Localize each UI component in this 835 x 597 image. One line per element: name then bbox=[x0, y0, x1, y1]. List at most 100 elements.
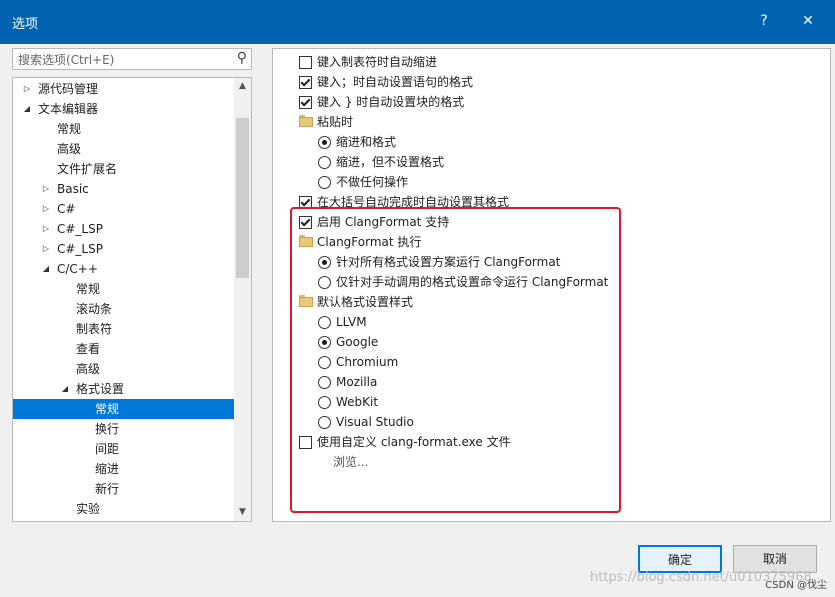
tree-item[interactable]: 新行 bbox=[13, 479, 235, 499]
option-label: Visual Studio bbox=[336, 415, 414, 429]
tree-item[interactable]: ◢ 文本编辑器 bbox=[13, 99, 235, 119]
option-label: Google bbox=[336, 335, 379, 349]
checkbox[interactable] bbox=[299, 96, 312, 109]
checkbox[interactable] bbox=[299, 56, 312, 69]
cancel-button[interactable]: 取消 bbox=[733, 545, 817, 573]
collapsed-arrow-icon[interactable]: ▷ bbox=[21, 79, 33, 99]
collapsed-arrow-icon[interactable]: ▷ bbox=[40, 239, 52, 259]
tree-item-label: 源代码管理 bbox=[38, 82, 99, 96]
scroll-up-icon[interactable]: ▲ bbox=[234, 78, 251, 95]
tree-item[interactable]: 查看 bbox=[13, 339, 235, 359]
tree-item[interactable]: 换行 bbox=[13, 419, 235, 439]
folder-icon bbox=[299, 115, 313, 127]
tree-item[interactable]: 高级 bbox=[13, 359, 235, 379]
tree-item-label: 常规 bbox=[95, 402, 120, 416]
collapsed-arrow-icon[interactable]: ▷ bbox=[40, 219, 52, 239]
scroll-thumb[interactable] bbox=[236, 118, 249, 278]
radio-option[interactable]: 针对所有格式设置方案运行 ClangFormat bbox=[273, 252, 813, 272]
radio-button[interactable] bbox=[318, 276, 331, 289]
tree-item-label: 缩进 bbox=[95, 462, 120, 476]
tree-item[interactable]: 实验 bbox=[13, 499, 235, 519]
checkbox-option[interactable]: 启用 ClangFormat 支持 bbox=[273, 212, 813, 232]
tree-item[interactable]: 间距 bbox=[13, 439, 235, 459]
radio-option[interactable]: Visual Studio bbox=[273, 412, 813, 432]
option-label: 粘贴时 bbox=[317, 115, 354, 129]
radio-button[interactable] bbox=[318, 256, 331, 269]
option-label: 键入制表符时自动缩进 bbox=[317, 55, 438, 69]
search-input[interactable] bbox=[16, 50, 230, 70]
checkbox[interactable] bbox=[299, 196, 312, 209]
option-label: Chromium bbox=[336, 355, 399, 369]
ok-button[interactable]: 确定 bbox=[638, 545, 722, 573]
radio-option[interactable]: 仅针对手动调用的格式设置命令运行 ClangFormat bbox=[273, 272, 813, 292]
radio-option[interactable]: 不做任何操作 bbox=[273, 172, 813, 192]
option-group-header: 粘贴时 bbox=[273, 112, 813, 132]
tree-item-label: 文件扩展名 bbox=[57, 162, 118, 176]
checkbox[interactable] bbox=[299, 436, 312, 449]
tree-item-label: 高级 bbox=[57, 142, 82, 156]
tree-item-label: 文本编辑器 bbox=[38, 102, 99, 116]
tree-item-label: 常规 bbox=[76, 282, 101, 296]
tree-item-label: 高级 bbox=[76, 362, 101, 376]
browse-link[interactable]: 浏览... bbox=[273, 452, 813, 472]
help-button[interactable]: ? bbox=[752, 9, 776, 33]
expanded-arrow-icon[interactable]: ◢ bbox=[21, 99, 33, 119]
tree-item[interactable]: 常规 bbox=[13, 119, 235, 139]
radio-option[interactable]: LLVM bbox=[273, 312, 813, 332]
radio-button[interactable] bbox=[318, 156, 331, 169]
tree-item[interactable]: 高级 bbox=[13, 139, 235, 159]
checkbox-option[interactable]: 在大括号自动完成时自动设置其格式 bbox=[273, 192, 813, 212]
tree-item[interactable]: 制表符 bbox=[13, 319, 235, 339]
radio-option[interactable]: WebKit bbox=[273, 392, 813, 412]
option-label: 仅针对手动调用的格式设置命令运行 ClangFormat bbox=[336, 275, 609, 289]
tree-item[interactable]: 常规 bbox=[13, 279, 235, 299]
radio-button[interactable] bbox=[318, 316, 331, 329]
checkbox[interactable] bbox=[299, 216, 312, 229]
option-label: 在大括号自动完成时自动设置其格式 bbox=[317, 195, 510, 209]
tree-item[interactable]: ▷ C#_LSP bbox=[13, 219, 235, 239]
scroll-down-icon[interactable]: ▼ bbox=[234, 504, 251, 521]
tree-item[interactable]: 常规 bbox=[13, 399, 235, 419]
radio-option[interactable]: Google bbox=[273, 332, 813, 352]
search-box[interactable]: ⚲ bbox=[12, 48, 252, 70]
expanded-arrow-icon[interactable]: ◢ bbox=[59, 379, 71, 399]
checkbox-option[interactable]: 使用自定义 clang-format.exe 文件 bbox=[273, 432, 813, 452]
checkbox-option[interactable]: 键入；时自动设置语句的格式 bbox=[273, 72, 813, 92]
radio-option[interactable]: Mozilla bbox=[273, 372, 813, 392]
radio-option[interactable]: Chromium bbox=[273, 352, 813, 372]
radio-button[interactable] bbox=[318, 396, 331, 409]
folder-icon bbox=[299, 235, 313, 247]
radio-button[interactable] bbox=[318, 336, 331, 349]
option-label[interactable]: 浏览... bbox=[333, 452, 368, 472]
dialog-body: ⚲ ▷源代码管理◢文本编辑器常规高级文件扩展名▷Basic▷C#▷C#_LSP▷… bbox=[0, 44, 835, 597]
tree-item[interactable]: ▷ 源代码管理 bbox=[13, 79, 235, 99]
options-panel: 键入制表符时自动缩进键入；时自动设置语句的格式键入 } 时自动设置块的格式 粘贴时… bbox=[272, 48, 831, 522]
close-button[interactable]: ✕ bbox=[796, 9, 820, 33]
checkbox[interactable] bbox=[299, 76, 312, 89]
checkbox-option[interactable]: 键入制表符时自动缩进 bbox=[273, 52, 813, 72]
checkbox-option[interactable]: 键入 } 时自动设置块的格式 bbox=[273, 92, 813, 112]
tree-item[interactable]: 滚动条 bbox=[13, 299, 235, 319]
tree-item[interactable]: ▷ C#_LSP bbox=[13, 239, 235, 259]
tree-item[interactable]: ◢ C/C++ bbox=[13, 259, 235, 279]
option-label: LLVM bbox=[336, 315, 367, 329]
radio-option[interactable]: 缩进，但不设置格式 bbox=[273, 152, 813, 172]
radio-button[interactable] bbox=[318, 376, 331, 389]
tree-item[interactable]: ▷ Basic bbox=[13, 179, 235, 199]
option-label: 键入 } 时自动设置块的格式 bbox=[317, 95, 465, 109]
tree-item[interactable]: 缩进 bbox=[13, 459, 235, 479]
radio-button[interactable] bbox=[318, 416, 331, 429]
tree-scrollbar[interactable]: ▲ ▼ bbox=[234, 78, 251, 521]
tree-item[interactable]: ◢ 格式设置 bbox=[13, 379, 235, 399]
tree-item[interactable]: 文件扩展名 bbox=[13, 159, 235, 179]
options-tree[interactable]: ▷ 源代码管理 ◢ 文本编辑器 常规 高级 文件扩展名 ▷ Basic ▷ C# ▷ C#_LSP ▷ C#… bbox=[12, 77, 252, 522]
collapsed-arrow-icon[interactable]: ▷ bbox=[40, 199, 52, 219]
tree-item[interactable]: ▷ C# bbox=[13, 199, 235, 219]
collapsed-arrow-icon[interactable]: ▷ bbox=[40, 179, 52, 199]
option-label: 缩进和格式 bbox=[336, 135, 397, 149]
radio-button[interactable] bbox=[318, 356, 331, 369]
radio-button[interactable] bbox=[318, 176, 331, 189]
radio-option[interactable]: 缩进和格式 bbox=[273, 132, 813, 152]
radio-button[interactable] bbox=[318, 136, 331, 149]
expanded-arrow-icon[interactable]: ◢ bbox=[40, 259, 52, 279]
